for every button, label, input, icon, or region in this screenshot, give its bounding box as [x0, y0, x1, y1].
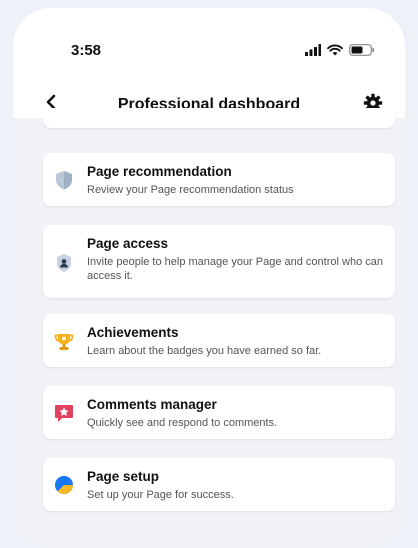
star-message-icon — [55, 405, 73, 422]
list-item-achievements[interactable]: Achievements Learn about the badges you … — [43, 314, 395, 367]
item-title: Page recommendation — [87, 164, 232, 179]
item-title: Comments manager — [87, 397, 217, 412]
item-description: Invite people to help manage your Page a… — [87, 256, 383, 282]
signal-icon — [305, 44, 321, 56]
item-title: Page setup — [87, 469, 160, 484]
item-title: Page access — [87, 236, 169, 251]
status-time: 3:58 — [71, 42, 102, 59]
person-badge-icon — [57, 254, 71, 272]
item-description: Set up your Page for success. — [87, 489, 234, 501]
wifi-icon — [327, 44, 343, 56]
item-description: Learn about the badges you have earned s… — [87, 345, 322, 357]
dashboard-list: Page recommendation Review your Page rec… — [13, 108, 405, 548]
list-item-page-setup[interactable]: Page setup Set up your Page for success. — [43, 458, 395, 511]
status-icons — [305, 44, 375, 56]
battery-icon — [349, 44, 374, 56]
list-item-page-access[interactable]: Page access Invite people to help manage… — [43, 225, 395, 298]
list-item-comments-manager[interactable]: Comments manager Quickly see and respond… — [43, 386, 395, 439]
phone-frame: 3:58 Professional dashboard Page recomme… — [13, 8, 405, 548]
list-item-partial[interactable] — [43, 108, 395, 128]
list-item-page-recommendation[interactable]: Page recommendation Review your Page rec… — [43, 153, 395, 206]
pie-chart-icon — [55, 476, 73, 495]
status-bar: 3:58 — [13, 8, 405, 78]
item-title: Achievements — [87, 325, 179, 340]
shield-icon — [56, 171, 72, 190]
trophy-icon — [54, 334, 74, 350]
item-description: Review your Page recommendation status — [87, 184, 294, 196]
item-description: Quickly see and respond to comments. — [87, 417, 278, 429]
